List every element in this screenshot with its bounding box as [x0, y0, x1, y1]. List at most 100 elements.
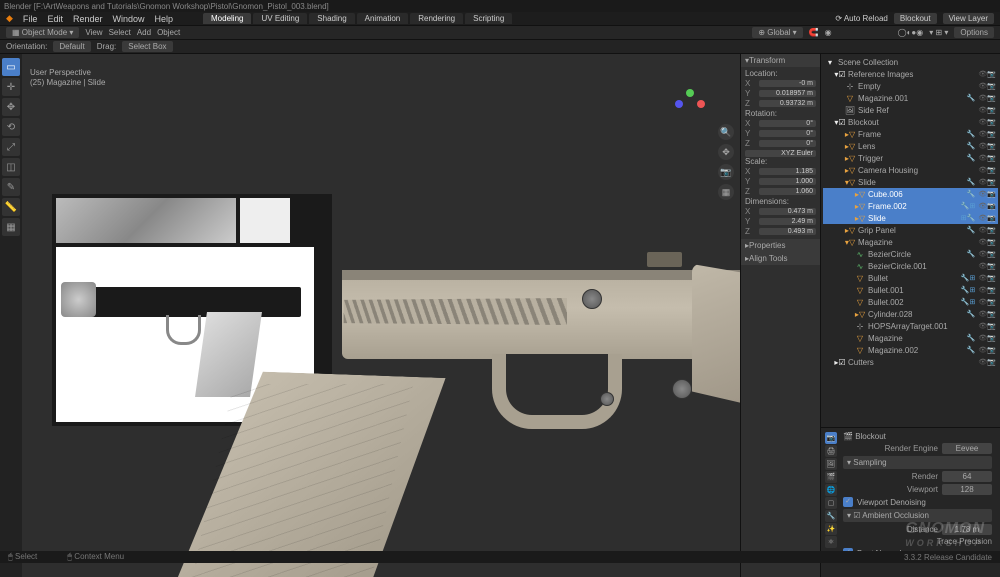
orientation-default[interactable]: Default: [53, 41, 90, 52]
pt-modifier[interactable]: 🔧: [825, 510, 837, 522]
zoom-icon[interactable]: 🔍: [718, 124, 734, 140]
render-samples[interactable]: 64: [942, 471, 992, 482]
ol-slide[interactable]: ▾▽Slide🔧👁📷: [823, 176, 998, 188]
ol-magazine001[interactable]: ▽Magazine.001🔧👁📷: [823, 92, 998, 104]
ol-slide-child[interactable]: ▸▽Slide⊞🔧👁📷: [823, 212, 998, 224]
ol-trigger[interactable]: ▸▽Trigger🔧👁📷: [823, 152, 998, 164]
ol-magazine-child[interactable]: ▽Magazine🔧👁📷: [823, 332, 998, 344]
pt-object[interactable]: ▢: [825, 497, 837, 509]
auto-reload[interactable]: ⟳ Auto Reload: [835, 14, 888, 23]
ws-animation[interactable]: Animation: [357, 13, 409, 24]
render-engine[interactable]: Eevee: [942, 443, 992, 454]
hdr-object[interactable]: Object: [157, 28, 180, 37]
hdr-view[interactable]: View: [85, 28, 102, 37]
proportional-icon[interactable]: ◉: [825, 28, 832, 37]
shading-toggles[interactable]: ◯◐●◉: [898, 28, 924, 37]
tool-annotate[interactable]: ✎: [2, 178, 20, 196]
gizmo-y-icon[interactable]: [686, 89, 694, 97]
rot-y[interactable]: 0°: [759, 130, 816, 137]
tool-cursor[interactable]: ✛: [2, 78, 20, 96]
ol-bullet002[interactable]: ▽Bullet.002🔧⊞👁📷: [823, 296, 998, 308]
np-properties[interactable]: ▸ Properties: [741, 239, 820, 252]
tool-measure[interactable]: 📏: [2, 198, 20, 216]
tool-move[interactable]: ✥: [2, 98, 20, 116]
ol-lens[interactable]: ▸▽Lens🔧👁📷: [823, 140, 998, 152]
viewport[interactable]: User Perspective (25) Magazine | Slide 🔍…: [22, 54, 740, 577]
ol-grippanel[interactable]: ▸▽Grip Panel🔧👁📷: [823, 224, 998, 236]
ol-cutters[interactable]: ▸☑Cutters👁📷: [823, 356, 998, 368]
pt-physics[interactable]: ⚛: [825, 536, 837, 548]
sampling-header[interactable]: ▾ Sampling: [843, 456, 992, 469]
ol-bezier001[interactable]: ∿BezierCircle.001👁📷: [823, 260, 998, 272]
ao-distance[interactable]: 1.78 m: [942, 524, 992, 535]
gizmo-z-icon[interactable]: [675, 100, 683, 108]
ol-ref-images[interactable]: ▾☑Reference Images👁📷: [823, 68, 998, 80]
ws-shading[interactable]: Shading: [309, 13, 354, 24]
menu-window[interactable]: Window: [112, 14, 144, 24]
viewport-samples[interactable]: 128: [942, 484, 992, 495]
loc-z[interactable]: 0.93732 m: [759, 100, 816, 107]
ol-magazine[interactable]: ▾▽Magazine👁📷: [823, 236, 998, 248]
ol-sideref[interactable]: 🖼Side Ref👁📷: [823, 104, 998, 116]
hdr-add[interactable]: Add: [137, 28, 151, 37]
scene-selector[interactable]: Blockout: [894, 13, 937, 24]
ol-bezier[interactable]: ∿BezierCircle🔧👁📷: [823, 248, 998, 260]
persp-icon[interactable]: ▦: [718, 184, 734, 200]
tool-transform[interactable]: ◫: [2, 158, 20, 176]
sca-x[interactable]: 1.185: [759, 168, 816, 175]
ol-magazine002[interactable]: ▽Magazine.002🔧👁📷: [823, 344, 998, 356]
ol-bullet001[interactable]: ▽Bullet.001🔧⊞👁📷: [823, 284, 998, 296]
np-aligntools[interactable]: ▸ Align Tools: [741, 252, 820, 265]
gizmo-x-icon[interactable]: [697, 100, 705, 108]
rot-x[interactable]: 0°: [759, 120, 816, 127]
ol-frame[interactable]: ▸▽Frame🔧👁📷: [823, 128, 998, 140]
ol-cylinder028[interactable]: ▸▽Cylinder.028🔧👁📷: [823, 308, 998, 320]
pt-scene[interactable]: 🎬: [825, 471, 837, 483]
ol-frame002[interactable]: ▸▽Frame.002🔧⊞👁📷: [823, 200, 998, 212]
orientation-global[interactable]: ⊕ Global ▾: [752, 27, 802, 38]
mode-selector[interactable]: ▦ Object Mode ▾: [6, 27, 79, 38]
menu-help[interactable]: Help: [155, 14, 174, 24]
pt-output[interactable]: 🖨: [825, 445, 837, 457]
ws-scripting[interactable]: Scripting: [465, 13, 512, 24]
tool-addcube[interactable]: ▦: [2, 218, 20, 236]
ws-uv[interactable]: UV Editing: [253, 13, 307, 24]
header-options[interactable]: Options: [954, 27, 994, 38]
pt-view[interactable]: 🖼: [825, 458, 837, 470]
menu-render[interactable]: Render: [73, 14, 103, 24]
hdr-select[interactable]: Select: [109, 28, 131, 37]
vp-denoise-check[interactable]: ✓: [843, 497, 853, 507]
ws-modeling[interactable]: Modeling: [203, 13, 251, 24]
loc-x[interactable]: -0 m: [759, 80, 816, 87]
pan-icon[interactable]: ✥: [718, 144, 734, 160]
menu-file[interactable]: File: [23, 14, 38, 24]
tool-rotate[interactable]: ⟲: [2, 118, 20, 136]
tool-select[interactable]: ▭: [2, 58, 20, 76]
ws-rendering[interactable]: Rendering: [410, 13, 463, 24]
ao-header[interactable]: ▾ ☑ Ambient Occlusion: [843, 509, 992, 522]
ol-empty[interactable]: ⊹Empty👁📷: [823, 80, 998, 92]
viewlayer-selector[interactable]: View Layer: [943, 13, 994, 24]
camera-icon[interactable]: 📷: [718, 164, 734, 180]
pt-render[interactable]: 📷: [825, 432, 837, 444]
snap-icon[interactable]: 🧲: [809, 28, 819, 37]
rot-z[interactable]: 0°: [759, 140, 816, 147]
ol-scene-collection[interactable]: ▾Scene Collection: [823, 56, 998, 68]
outliner[interactable]: ▾Scene Collection ▾☑Reference Images👁📷 ⊹…: [821, 54, 1000, 427]
sca-y[interactable]: 1.000: [759, 178, 816, 185]
pt-world[interactable]: 🌐: [825, 484, 837, 496]
np-transform-header[interactable]: ▾ Transform: [741, 54, 820, 67]
overlay-icons[interactable]: ▾ ⊞ ▾: [929, 28, 948, 37]
loc-y[interactable]: 0.018957 m: [759, 90, 816, 97]
pt-particles[interactable]: ✨: [825, 523, 837, 535]
rot-mode[interactable]: XYZ Euler: [745, 150, 816, 157]
ol-hopsarray[interactable]: ⊹HOPSArrayTarget.001👁📷: [823, 320, 998, 332]
nav-gizmo[interactable]: [675, 89, 705, 119]
ol-blockout[interactable]: ▾☑Blockout👁📷: [823, 116, 998, 128]
ol-cube006[interactable]: ▸▽Cube.006🔧👁📷: [823, 188, 998, 200]
ol-camerahousing[interactable]: ▸▽Camera Housing👁📷: [823, 164, 998, 176]
tool-scale[interactable]: ⤢: [2, 138, 20, 156]
drag-selectbox[interactable]: Select Box: [122, 41, 172, 52]
menu-edit[interactable]: Edit: [47, 14, 63, 24]
ol-bullet[interactable]: ▽Bullet🔧⊞👁📷: [823, 272, 998, 284]
